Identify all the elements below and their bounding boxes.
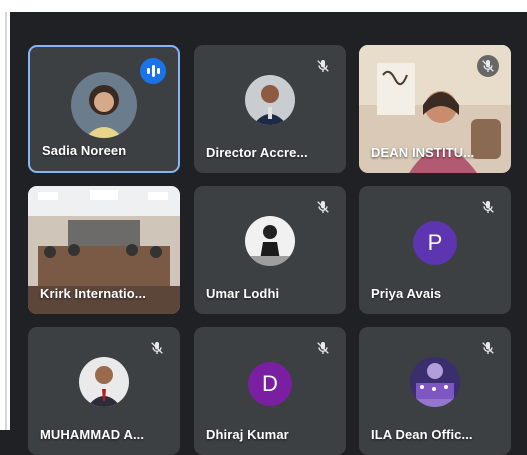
participant-name: Sadia Noreen	[42, 143, 127, 158]
participant-name: Umar Lodhi	[206, 286, 280, 301]
participant-tile[interactable]: Krirk Internatio...	[28, 186, 180, 314]
avatar	[410, 357, 460, 407]
mic-off-icon	[477, 55, 499, 77]
avatar	[245, 216, 295, 266]
mic-off-icon	[312, 55, 334, 77]
mic-off-icon	[312, 337, 334, 359]
avatar: P	[413, 221, 457, 265]
avatar	[79, 357, 129, 407]
mic-off-icon	[477, 337, 499, 359]
participant-name: ILA Dean Offic...	[371, 427, 473, 442]
participant-tile[interactable]: DEAN INSTITU...	[359, 45, 511, 173]
participant-tile[interactable]: D Dhiraj Kumar	[194, 327, 346, 455]
participant-tile[interactable]: Director Accre...	[194, 45, 346, 173]
participant-tile[interactable]: Sadia Noreen	[28, 45, 180, 173]
participant-tile[interactable]: MUHAMMAD A...	[28, 327, 180, 455]
participant-name: MUHAMMAD A...	[40, 427, 145, 442]
participant-tile[interactable]: Umar Lodhi	[194, 186, 346, 314]
participant-name: Krirk Internatio...	[40, 286, 146, 301]
mic-off-icon	[312, 196, 334, 218]
participant-name: Director Accre...	[206, 145, 308, 160]
participant-name: Priya Avais	[371, 286, 442, 301]
audio-level-icon	[140, 58, 166, 84]
avatar: D	[248, 362, 292, 406]
mic-off-icon	[146, 337, 168, 359]
participant-tile[interactable]: P Priya Avais	[359, 186, 511, 314]
participant-name: Dhiraj Kumar	[206, 427, 289, 442]
participant-tile[interactable]: ILA Dean Offic...	[359, 327, 511, 455]
avatar	[71, 72, 137, 138]
participant-grid: Sadia Noreen Director Accre... DEAN INST…	[0, 0, 527, 455]
mic-off-icon	[477, 196, 499, 218]
avatar	[245, 75, 295, 125]
participant-name: DEAN INSTITU...	[371, 145, 475, 160]
